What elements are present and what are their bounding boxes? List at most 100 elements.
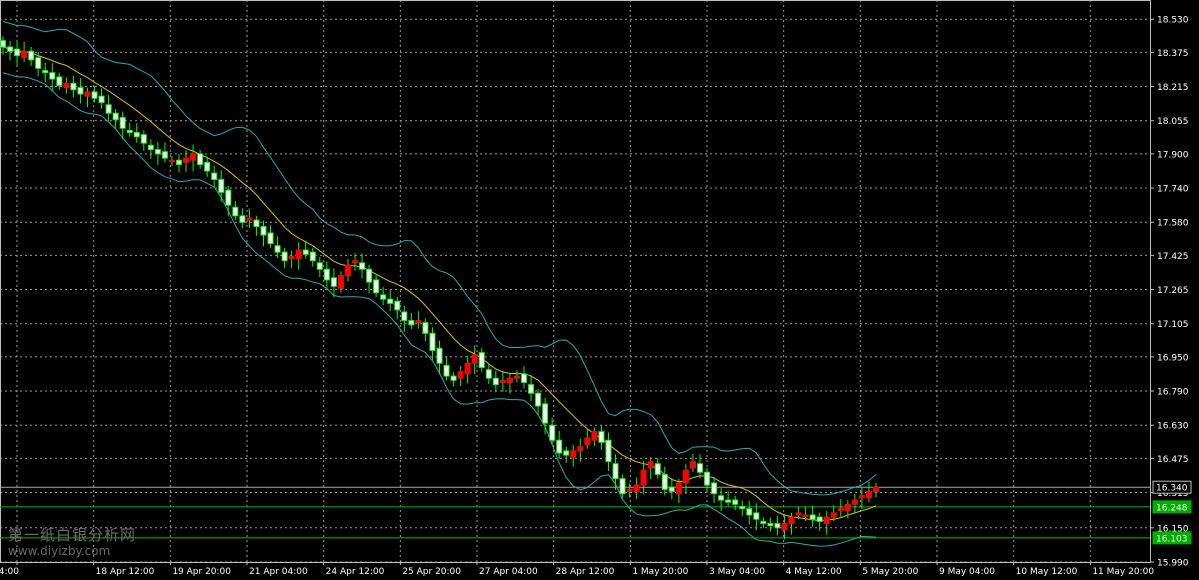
x-tick-label: 3 May 04:00: [709, 567, 765, 577]
chart-background: [0, 0, 1199, 580]
candle-body: [56, 76, 63, 86]
candle-body: [696, 463, 703, 473]
candle-body: [436, 347, 443, 364]
candle-body: [577, 446, 584, 452]
y-tick-label: 17.900: [1157, 150, 1189, 160]
candle-body: [183, 157, 190, 163]
price-tag-lower: 16.103: [1156, 534, 1188, 544]
candle-body: [633, 484, 640, 492]
y-tick-label: 17.580: [1157, 219, 1189, 229]
x-tick-label: 18 Apr 12:00: [96, 567, 155, 577]
candle-body: [619, 478, 626, 495]
candle-body: [464, 362, 471, 375]
candle-body: [91, 91, 98, 99]
candle-body: [337, 275, 344, 289]
candle-body: [63, 82, 70, 89]
candle-body: [126, 129, 133, 133]
candle-body: [253, 219, 260, 228]
candle-body: [84, 91, 91, 97]
candle-body: [640, 469, 647, 486]
x-tick-label: 25 Apr 20:00: [402, 567, 461, 577]
x-tick-label: 1 May 20:00: [632, 567, 688, 577]
candle-body: [70, 82, 77, 91]
candle-body: [77, 87, 84, 95]
x-tick-label: 5 May 20:00: [862, 567, 918, 577]
candle-body: [788, 516, 795, 525]
candle-body: [612, 463, 619, 480]
candle-body: [168, 159, 175, 163]
candle-body: [98, 95, 105, 104]
candle-body: [260, 226, 267, 236]
candle-body: [858, 495, 865, 499]
candle-body: [323, 268, 330, 281]
candle-body: [528, 384, 535, 394]
candle-body: [0, 40, 6, 48]
y-tick-label: 18.055: [1157, 117, 1189, 127]
candle-body: [830, 512, 837, 518]
candle-body: [21, 50, 28, 59]
candle-body: [584, 437, 591, 445]
candle-body: [675, 482, 682, 495]
y-tick-label: 17.740: [1157, 185, 1189, 195]
candle-body: [14, 48, 21, 57]
x-tick-label: 27 Apr 04:00: [479, 567, 538, 577]
candle-body: [161, 151, 168, 159]
candle-body: [429, 332, 436, 351]
candle-body: [739, 505, 746, 510]
candle-body: [760, 520, 767, 525]
candle-body: [661, 473, 668, 490]
x-tick-label: 4 May 12:00: [786, 567, 842, 577]
y-tick-label: 16.630: [1157, 422, 1189, 432]
y-tick-label: 18.530: [1157, 16, 1189, 26]
candle-body: [309, 251, 316, 262]
candle-body: [605, 439, 612, 463]
candle-body: [330, 277, 337, 287]
candle-body: [28, 50, 35, 61]
candle-body: [225, 189, 232, 206]
candle-body: [288, 255, 295, 260]
candle-body: [7, 46, 14, 52]
candle-body: [535, 392, 542, 407]
candle-body: [239, 215, 246, 223]
candle-body: [42, 70, 49, 74]
candle-body: [176, 159, 183, 166]
candle-body: [492, 377, 499, 386]
candle-body: [415, 320, 422, 324]
candle-body: [647, 461, 654, 469]
candle-body: [295, 249, 302, 260]
watermark-url: www.diyizby.com: [8, 544, 111, 558]
candle-body: [668, 486, 675, 492]
candle-body: [197, 153, 204, 166]
candle-body: [542, 403, 549, 424]
candle-body: [352, 260, 359, 264]
candle-body: [316, 262, 323, 270]
candle-body: [732, 499, 739, 505]
y-tick-label: 16.475: [1157, 455, 1189, 465]
candle-body: [549, 424, 556, 441]
candle-body: [774, 523, 781, 529]
candle-body: [366, 268, 373, 283]
candle-body: [140, 134, 147, 144]
candle-body: [112, 112, 119, 121]
candle-body: [689, 461, 696, 469]
candle-body: [478, 352, 485, 369]
x-tick-label: 28 Apr 12:00: [556, 567, 615, 577]
candle-body: [499, 379, 506, 384]
candle-body: [682, 469, 689, 484]
price-labels: 16.340 16.248 16.103: [1152, 480, 1192, 545]
candle-body: [851, 499, 858, 505]
x-tick-label: 10 May 12:00: [1016, 567, 1078, 577]
candle-body: [767, 523, 774, 527]
candle-body: [359, 262, 366, 270]
y-tick-label: 17.105: [1157, 320, 1189, 330]
candle-body: [506, 377, 513, 384]
candle-body: [344, 264, 351, 277]
y-tick-label: 16.790: [1157, 388, 1189, 398]
x-tick-label: 9 May 04:00: [939, 567, 995, 577]
candle-body: [274, 245, 281, 253]
candle-body: [520, 373, 527, 384]
candle-body: [513, 375, 520, 379]
candle-body: [591, 431, 598, 441]
x-tick-label: 04:00: [0, 567, 19, 577]
candle-body: [457, 371, 464, 379]
